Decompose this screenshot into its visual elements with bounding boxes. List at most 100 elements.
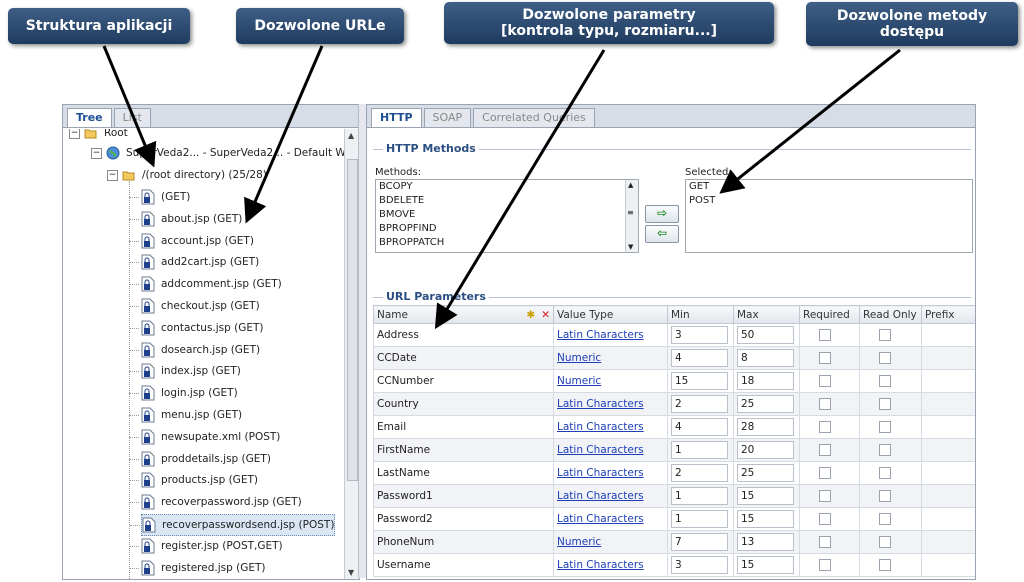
required-checkbox[interactable] [819, 444, 831, 456]
tree-file-item[interactable]: account.jsp (GET) [129, 231, 254, 251]
value-type-link[interactable]: Latin Characters [557, 467, 644, 479]
min-length-input[interactable]: 15 [671, 372, 728, 390]
tree-file-item[interactable]: menu.jsp (GET) [129, 405, 242, 425]
param-name-cell[interactable]: Email [373, 415, 554, 439]
min-length-input[interactable]: 3 [671, 556, 728, 574]
min-length-input[interactable]: 1 [671, 487, 728, 505]
column-header[interactable]: Required [799, 305, 860, 324]
tree-file-item[interactable]: registered.jsp (GET) [129, 558, 266, 578]
prefix-cell[interactable] [921, 323, 975, 347]
param-name-cell[interactable]: FirstName [373, 438, 554, 462]
required-checkbox[interactable] [819, 467, 831, 479]
tab-http[interactable]: HTTP [371, 108, 422, 127]
value-type-link[interactable]: Latin Characters [557, 490, 644, 502]
column-header[interactable]: Min [667, 305, 734, 324]
scroll-down-icon[interactable]: ▼ [628, 243, 633, 251]
tree-file-item[interactable]: about.jsp (GET) [129, 209, 242, 229]
max-length-input[interactable]: 13 [737, 533, 794, 551]
param-row[interactable]: PhoneNum Numeric 7 13 [373, 530, 975, 554]
add-method-button[interactable]: ⇨ [645, 205, 679, 223]
selected-methods-list[interactable]: GET POST [685, 179, 973, 253]
tree-file-item[interactable]: checkout.jsp (GET) [129, 296, 260, 316]
prefix-cell[interactable] [921, 369, 975, 393]
max-length-input[interactable]: 28 [737, 418, 794, 436]
max-length-input[interactable]: 15 [737, 556, 794, 574]
value-type-link[interactable]: Latin Characters [557, 513, 644, 525]
tab-correlated-queries[interactable]: Correlated Queries [473, 108, 595, 127]
param-row[interactable]: Email Latin Characters 4 28 [373, 415, 975, 439]
param-row[interactable]: Password1 Latin Characters 1 15 [373, 484, 975, 508]
prefix-cell[interactable] [921, 415, 975, 439]
min-length-input[interactable]: 1 [671, 441, 728, 459]
value-type-link[interactable]: Numeric [557, 352, 601, 364]
method-option[interactable]: BPROPPATCH [376, 236, 638, 250]
required-checkbox[interactable] [819, 329, 831, 341]
tab-soap[interactable]: SOAP [423, 108, 472, 127]
value-type-link[interactable]: Latin Characters [557, 559, 644, 571]
collapse-icon[interactable]: − [69, 129, 80, 139]
required-checkbox[interactable] [819, 513, 831, 525]
value-type-link[interactable]: Latin Characters [557, 329, 644, 341]
required-checkbox[interactable] [819, 536, 831, 548]
tree-file-item[interactable]: newsupate.xml (POST) [129, 427, 280, 447]
collapse-icon[interactable]: − [107, 169, 118, 181]
column-header[interactable]: Value Type [553, 305, 668, 324]
min-length-input[interactable]: 1 [671, 510, 728, 528]
read-only-checkbox[interactable] [879, 559, 891, 571]
read-only-checkbox[interactable] [879, 398, 891, 410]
column-header[interactable]: Prefix [921, 305, 975, 324]
required-checkbox[interactable] [819, 559, 831, 571]
tree-file-item[interactable]: dosearch.jsp (GET) [129, 340, 260, 360]
param-name-cell[interactable]: Country [373, 392, 554, 416]
read-only-checkbox[interactable] [879, 490, 891, 502]
tab-tree[interactable]: Tree [67, 108, 112, 127]
required-checkbox[interactable] [819, 421, 831, 433]
required-checkbox[interactable] [819, 375, 831, 387]
param-row[interactable]: Country Latin Characters 2 25 [373, 392, 975, 416]
max-length-input[interactable]: 50 [737, 326, 794, 344]
min-length-input[interactable]: 2 [671, 395, 728, 413]
delete-parameter-icon[interactable]: ✕ [541, 309, 550, 321]
max-length-input[interactable]: 25 [737, 395, 794, 413]
tree-file-item[interactable]: addcomment.jsp (GET) [129, 274, 282, 294]
read-only-checkbox[interactable] [879, 329, 891, 341]
prefix-cell[interactable] [921, 438, 975, 462]
selected-method-option[interactable]: POST [686, 194, 972, 208]
max-length-input[interactable]: 8 [737, 349, 794, 367]
available-methods-list[interactable]: ▲ ≡ ▼ BCOPY BDELETE BMOVE BPROPFIND BPROPPAT… [375, 179, 639, 253]
param-row[interactable]: Password2 Latin Characters 1 15 [373, 507, 975, 531]
read-only-checkbox[interactable] [879, 421, 891, 433]
min-length-input[interactable]: 3 [671, 326, 728, 344]
tree-file-item[interactable]: register.jsp (POST,GET) [129, 536, 283, 556]
tree-file-item[interactable]: products.jsp (GET) [129, 470, 258, 490]
param-name-cell[interactable]: Address [373, 323, 554, 347]
value-type-link[interactable]: Latin Characters [557, 444, 644, 456]
column-header[interactable]: Name ✕ ✱ [373, 305, 554, 324]
tab-list[interactable]: List [113, 108, 151, 127]
column-header[interactable]: Read Only [859, 305, 922, 324]
param-row[interactable]: LastName Latin Characters 2 25 [373, 461, 975, 485]
method-option[interactable]: BCOPY [376, 180, 638, 194]
param-name-cell[interactable]: LastName [373, 461, 554, 485]
read-only-checkbox[interactable] [879, 467, 891, 479]
tree-file-item[interactable]: login.jsp (GET) [129, 383, 238, 403]
tree-file-item[interactable]: recoverpassword.jsp (GET) [129, 492, 302, 512]
prefix-cell[interactable] [921, 461, 975, 485]
max-length-input[interactable]: 20 [737, 441, 794, 459]
collapse-icon[interactable]: − [91, 147, 102, 159]
read-only-checkbox[interactable] [879, 536, 891, 548]
param-name-cell[interactable]: CCNumber [373, 369, 554, 393]
param-name-cell[interactable]: Password2 [373, 507, 554, 531]
min-length-input[interactable]: 4 [671, 349, 728, 367]
method-option[interactable]: BDELETE [376, 194, 638, 208]
tree-file-item[interactable]: index.jsp (GET) [129, 361, 241, 381]
tree-root-directory[interactable]: − /(root directory) (25/28) [107, 165, 267, 185]
tree-root[interactable]: − Root [69, 129, 128, 143]
method-option[interactable]: BMOVE [376, 208, 638, 222]
param-row[interactable]: CCNumber Numeric 15 18 [373, 369, 975, 393]
tree-scrollbar[interactable]: ▲ ▼ [344, 129, 359, 579]
param-name-cell[interactable]: PhoneNum [373, 530, 554, 554]
min-length-input[interactable]: 2 [671, 464, 728, 482]
max-length-input[interactable]: 25 [737, 464, 794, 482]
methods-scrollbar[interactable]: ▲ ≡ ▼ [625, 180, 638, 252]
